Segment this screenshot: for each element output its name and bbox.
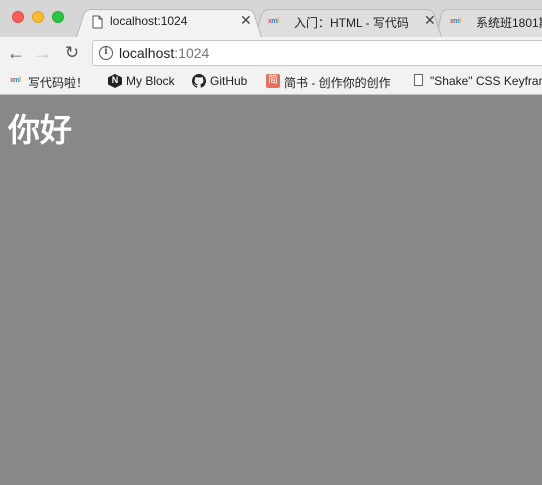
back-arrow-icon[interactable]: ← — [6, 43, 26, 63]
url-text: localhost:1024 — [119, 45, 210, 61]
github-icon — [192, 74, 206, 88]
tab-title: 入门：HTML - 写代码啦 — [294, 16, 408, 30]
tab-localhost[interactable]: localhost:1024 ✕ — [76, 6, 262, 38]
window-minimize-button[interactable] — [32, 11, 44, 23]
window-maximize-button[interactable] — [52, 11, 64, 23]
tab-strip: localhost:1024 ✕ xml 入门：HTML - 写代码啦 ✕ xm… — [0, 0, 542, 38]
close-tab-icon[interactable]: ✕ — [240, 12, 252, 28]
xml-logo-icon: xml — [268, 18, 279, 25]
xml-logo-icon: xml — [450, 18, 461, 25]
document-icon — [414, 74, 423, 86]
address-bar[interactable]: i localhost:1024 — [92, 40, 542, 66]
xml-logo-icon: xml — [10, 77, 21, 84]
notion-icon: N — [108, 74, 122, 88]
reload-icon[interactable]: ↻ — [62, 43, 82, 63]
tab-class-1801[interactable]: xml 系统班1801期 — [436, 6, 542, 38]
info-icon[interactable]: i — [99, 46, 113, 60]
close-tab-icon[interactable]: ✕ — [424, 12, 436, 28]
forward-arrow-icon[interactable]: → — [33, 43, 53, 63]
bookmarks-bar: xml 写代码啦！ N My Block GitHub 简 简书 - 创作你的创… — [0, 69, 542, 95]
page-heading: 你好 — [8, 111, 73, 149]
jianshu-icon: 简 — [266, 74, 280, 88]
page-content: 你好 — [0, 95, 542, 485]
window-close-button[interactable] — [12, 11, 24, 23]
tab-html-intro[interactable]: xml 入门：HTML - 写代码啦 ✕ — [254, 6, 442, 38]
tab-title: 系统班1801期 — [476, 16, 542, 30]
browser-toolbar: ← → ↻ i localhost:1024 — [0, 37, 542, 69]
page-icon — [92, 15, 103, 29]
tab-title: localhost:1024 — [110, 14, 188, 28]
